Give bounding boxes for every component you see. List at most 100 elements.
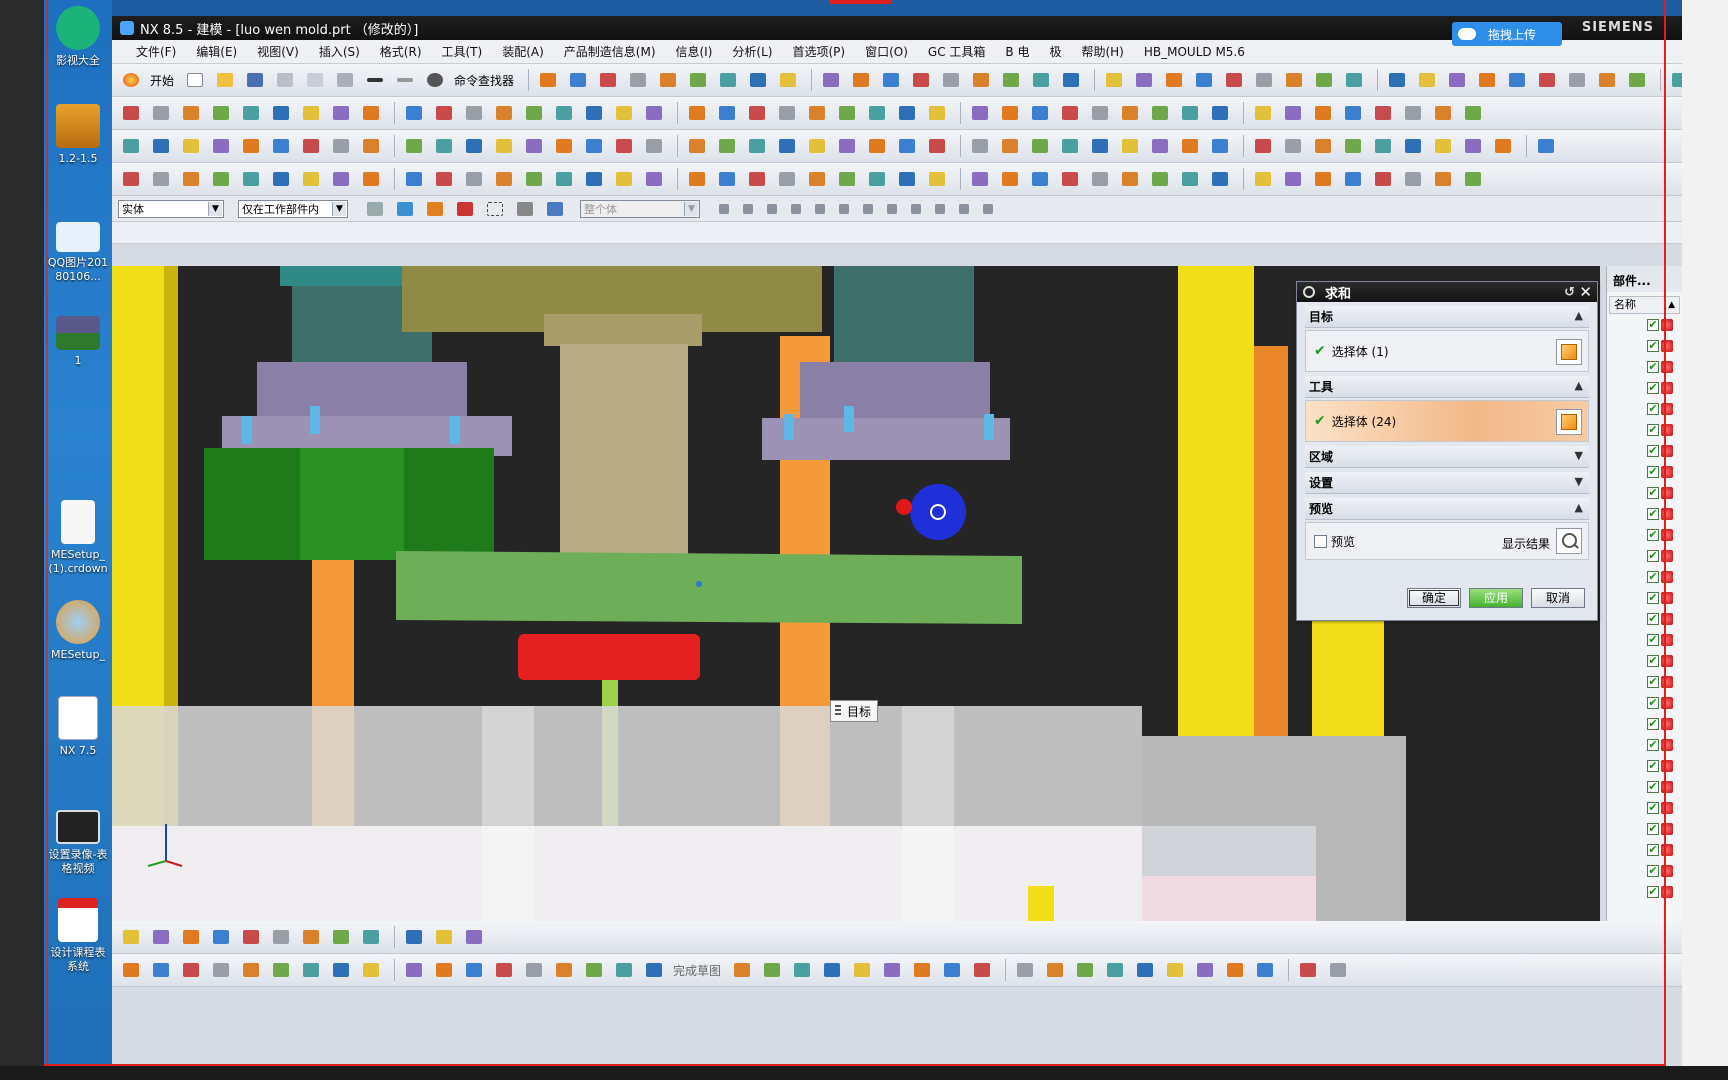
annotation-tool-icon[interactable] xyxy=(358,925,384,949)
visibility-checkbox[interactable]: ✔ xyxy=(1647,717,1659,730)
navigator-row[interactable]: ✔ xyxy=(1607,503,1682,524)
sketch-tool-icon[interactable] xyxy=(268,958,294,982)
menu-item[interactable]: 视图(V) xyxy=(247,43,309,60)
curve-tool-icon[interactable] xyxy=(328,101,354,125)
menu-item[interactable]: B 电 xyxy=(995,43,1039,60)
visibility-checkbox[interactable]: ✔ xyxy=(1647,885,1659,898)
snap-point-icon[interactable] xyxy=(978,197,998,221)
standard-tool-icon[interactable] xyxy=(848,68,874,92)
undo-icon[interactable] xyxy=(362,68,388,92)
synchronous-tool-icon[interactable] xyxy=(774,167,800,191)
standard-tool-icon[interactable] xyxy=(1161,68,1187,92)
synchronous-tool-icon[interactable] xyxy=(967,167,993,191)
desktop-icon-mesetup[interactable]: MESetup_ xyxy=(46,600,110,662)
tool-section-header[interactable]: 工具 ▲ xyxy=(1305,376,1589,398)
reset-icon[interactable]: ↺ xyxy=(1564,285,1575,300)
annotation-tool-icon[interactable] xyxy=(118,925,144,949)
menu-item[interactable]: 产品制造信息(M) xyxy=(554,43,666,60)
close-icon[interactable]: ✕ xyxy=(1579,283,1592,301)
visibility-checkbox[interactable]: ✔ xyxy=(1647,843,1659,856)
feature-tool-icon[interactable] xyxy=(611,134,637,158)
feature-tool-icon[interactable] xyxy=(238,134,264,158)
synchronous-tool-icon[interactable] xyxy=(924,167,950,191)
synchronous-tool-icon[interactable] xyxy=(744,167,770,191)
standard-tool-icon[interactable] xyxy=(1058,68,1084,92)
standard-tool-icon[interactable] xyxy=(1131,68,1157,92)
sketch-tool-icon[interactable] xyxy=(581,958,607,982)
feature-tool-icon[interactable] xyxy=(178,134,204,158)
target-plate[interactable] xyxy=(396,551,1022,624)
select-face-icon[interactable] xyxy=(542,197,568,221)
navigator-row[interactable]: ✔ xyxy=(1607,587,1682,608)
curve-tool-icon[interactable] xyxy=(1147,101,1173,125)
sketch-curve-tool-icon[interactable] xyxy=(1132,958,1158,982)
visibility-checkbox[interactable]: ✔ xyxy=(1647,675,1659,688)
sketch-curve-tool-icon[interactable] xyxy=(1222,958,1248,982)
curve-tool-icon[interactable] xyxy=(1280,101,1306,125)
navigator-row[interactable]: ✔ xyxy=(1607,839,1682,860)
standard-tool-icon[interactable] xyxy=(595,68,621,92)
visibility-checkbox[interactable]: ✔ xyxy=(1647,444,1659,457)
menu-item[interactable]: 信息(I) xyxy=(666,43,723,60)
curve-tool-icon[interactable] xyxy=(461,101,487,125)
synchronous-tool-icon[interactable] xyxy=(1370,167,1396,191)
sketch-curve-tool-icon[interactable] xyxy=(1325,958,1351,982)
target-select-body[interactable]: ✔ 选择体 (1) xyxy=(1305,330,1589,372)
feature-tool-icon[interactable] xyxy=(461,134,487,158)
synchronous-tool-icon[interactable] xyxy=(997,167,1023,191)
standard-tool-icon[interactable] xyxy=(968,68,994,92)
navigator-row[interactable]: ✔ xyxy=(1607,482,1682,503)
ok-button[interactable]: 确定 xyxy=(1407,588,1461,608)
synchronous-tool-icon[interactable] xyxy=(268,167,294,191)
navigator-row[interactable]: ✔ xyxy=(1607,713,1682,734)
synchronous-tool-icon[interactable] xyxy=(864,167,890,191)
synchronous-tool-icon[interactable] xyxy=(1250,167,1276,191)
menu-item[interactable]: 分析(L) xyxy=(722,43,782,60)
sketch-tool-icon[interactable] xyxy=(551,958,577,982)
desktop-icon-nx75[interactable]: NX 7.5 xyxy=(46,696,110,758)
synchronous-tool-icon[interactable] xyxy=(551,167,577,191)
preview-checkbox[interactable] xyxy=(1314,534,1327,548)
snap-point-icon[interactable] xyxy=(930,197,950,221)
filter-icon[interactable] xyxy=(362,197,388,221)
feature-tool-icon[interactable] xyxy=(1280,134,1306,158)
navigator-row[interactable]: ✔ xyxy=(1607,524,1682,545)
sketch-curve-tool-icon[interactable] xyxy=(1072,958,1098,982)
synchronous-tool-icon[interactable] xyxy=(1087,167,1113,191)
feature-tool-icon[interactable] xyxy=(551,134,577,158)
sketch-curve-tool-icon[interactable] xyxy=(939,958,965,982)
standard-tool-icon[interactable] xyxy=(685,68,711,92)
standard-tool-icon[interactable] xyxy=(1504,68,1530,92)
standard-tool-icon[interactable] xyxy=(818,68,844,92)
navigator-column-header[interactable]: 名称 ▲ xyxy=(1609,296,1680,314)
standard-tool-icon[interactable] xyxy=(1594,68,1620,92)
threaded-column[interactable] xyxy=(834,266,974,376)
sketch-tool-icon[interactable] xyxy=(208,958,234,982)
curve-tool-icon[interactable] xyxy=(1027,101,1053,125)
synchronous-tool-icon[interactable] xyxy=(1207,167,1233,191)
preview-section-header[interactable]: 预览 ▲ xyxy=(1305,498,1589,520)
feature-tool-icon[interactable] xyxy=(1207,134,1233,158)
visibility-checkbox[interactable]: ✔ xyxy=(1647,738,1659,751)
sprue-bushing[interactable] xyxy=(560,344,688,564)
feature-tool-icon[interactable] xyxy=(268,134,294,158)
standard-tool-icon[interactable] xyxy=(1311,68,1337,92)
show-result-button[interactable] xyxy=(1556,528,1582,554)
menu-item[interactable]: HB_MOULD M5.6 xyxy=(1134,45,1255,59)
annotation-tool-icon[interactable] xyxy=(268,925,294,949)
synchronous-tool-icon[interactable] xyxy=(178,167,204,191)
synchronous-tool-icon[interactable] xyxy=(208,167,234,191)
menu-item[interactable]: 插入(S) xyxy=(309,43,370,60)
visibility-checkbox[interactable]: ✔ xyxy=(1647,402,1659,415)
synchronous-tool-icon[interactable] xyxy=(431,167,457,191)
sketch-curve-tool-icon[interactable] xyxy=(849,958,875,982)
feature-tool-icon[interactable] xyxy=(1533,134,1559,158)
snap-point-icon[interactable] xyxy=(714,197,734,221)
snap-icon[interactable] xyxy=(392,197,418,221)
navigator-row[interactable]: ✔ xyxy=(1607,545,1682,566)
standard-tool-icon[interactable] xyxy=(878,68,904,92)
curve-tool-icon[interactable] xyxy=(1460,101,1486,125)
sketch-curve-tool-icon[interactable] xyxy=(909,958,935,982)
standard-tool-icon[interactable] xyxy=(938,68,964,92)
flange-plate[interactable] xyxy=(762,418,1010,460)
